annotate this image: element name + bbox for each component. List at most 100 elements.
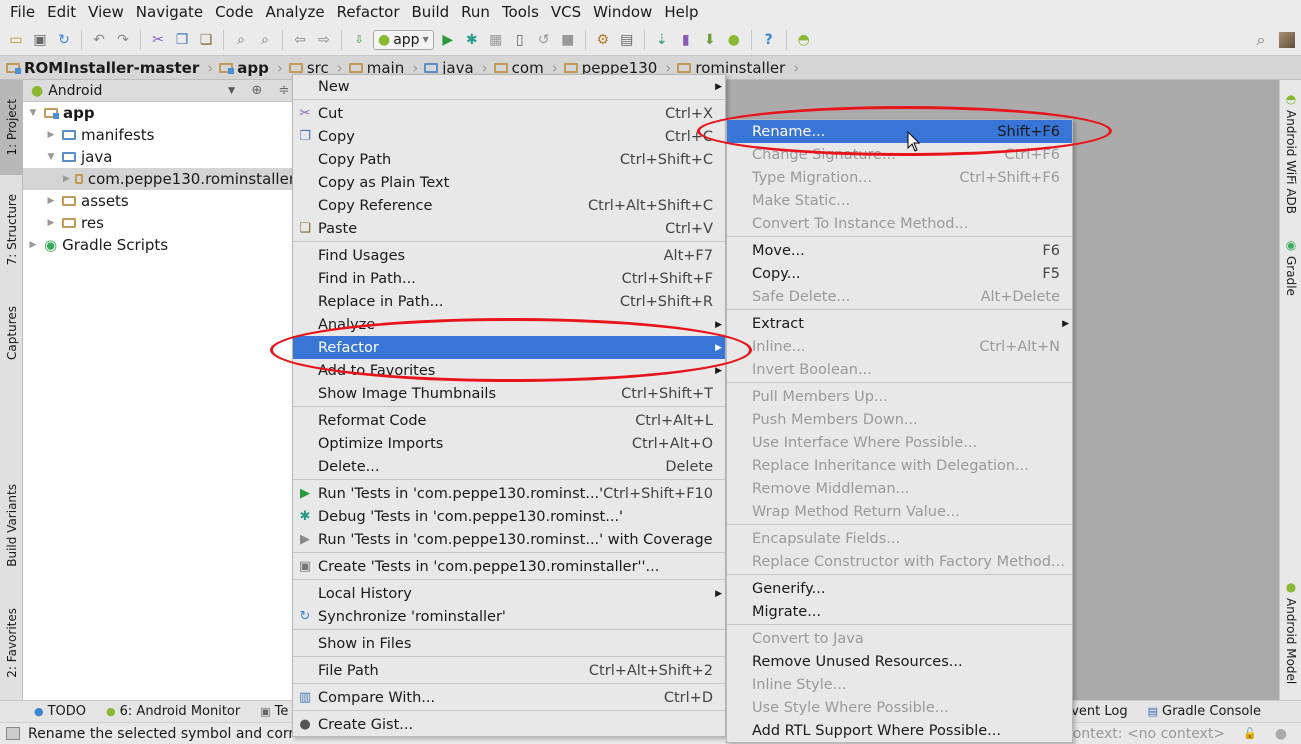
- menu-item-refactor[interactable]: Refactor ▶: [293, 336, 725, 359]
- tree-node[interactable]: ▶ assets: [23, 190, 295, 212]
- forward-icon[interactable]: ⇨: [314, 30, 334, 50]
- menu-analyze[interactable]: Analyze: [259, 3, 330, 21]
- menu-item-reformat-code[interactable]: Reformat Code Ctrl+Alt+L: [293, 409, 725, 432]
- menu-item-analyze[interactable]: Analyze ▶: [293, 313, 725, 336]
- breadcrumb-item[interactable]: ROMInstaller-master ›: [6, 59, 219, 77]
- menu-item-migrate[interactable]: Migrate...: [727, 600, 1072, 623]
- menu-item-run-tests-in-com-peppe130-rominst[interactable]: ▶ Run 'Tests in 'com.peppe130.rominst...'…: [293, 482, 725, 505]
- sdk-manager-icon[interactable]: ▤: [617, 30, 637, 50]
- expand-arrow-icon[interactable]: ▼: [27, 108, 39, 118]
- menu-item-copy[interactable]: ❐ Copy Ctrl+C: [293, 125, 725, 148]
- menu-navigate[interactable]: Navigate: [130, 3, 209, 21]
- find-icon[interactable]: ⌕: [231, 30, 251, 50]
- copy-icon[interactable]: ❐: [172, 30, 192, 50]
- collapse-arrow-icon[interactable]: ▶: [45, 130, 57, 140]
- menu-item-copy-path[interactable]: Copy Path Ctrl+Shift+C: [293, 148, 725, 171]
- save-icon[interactable]: ▣: [30, 30, 50, 50]
- menu-item-move[interactable]: Move... F6: [727, 239, 1072, 262]
- coverage-icon[interactable]: ▦: [486, 30, 506, 50]
- debug-icon[interactable]: ✱: [462, 30, 482, 50]
- run-icon[interactable]: ▶: [438, 30, 458, 50]
- tab-gradle[interactable]: ◉ Gradle: [1280, 238, 1301, 296]
- context-indicator[interactable]: Context: <no context>: [1063, 726, 1225, 742]
- menu-item-compare-with[interactable]: ▥ Compare With... Ctrl+D: [293, 686, 725, 709]
- rerun-icon[interactable]: ↺: [534, 30, 554, 50]
- menu-item-find-usages[interactable]: Find Usages Alt+F7: [293, 244, 725, 267]
- cut-icon[interactable]: ✂: [148, 30, 168, 50]
- menu-item-new[interactable]: New ▶: [293, 75, 725, 98]
- menu-run[interactable]: Run: [455, 3, 496, 21]
- tree-node[interactable]: ▶ manifests: [23, 124, 295, 146]
- menu-item-paste[interactable]: ❏ Paste Ctrl+V: [293, 217, 725, 240]
- menu-item-optimize-imports[interactable]: Optimize Imports Ctrl+Alt+O: [293, 432, 725, 455]
- tab-captures[interactable]: Captures: [0, 290, 23, 375]
- breadcrumb-item[interactable]: app ›: [219, 59, 289, 77]
- menu-item-find-in-path[interactable]: Find in Path... Ctrl+Shift+F: [293, 267, 725, 290]
- tree-node[interactable]: ▼ java: [23, 146, 295, 168]
- menu-item-create-gist[interactable]: ● Create Gist...: [293, 713, 725, 736]
- make-project-icon[interactable]: ⇩: [349, 30, 369, 50]
- chevron-down-icon[interactable]: ▼: [228, 86, 235, 96]
- android-device-monitor-icon[interactable]: ⬇: [700, 30, 720, 50]
- menu-item-debug-tests-in-com-peppe130-rominst[interactable]: ✱ Debug 'Tests in 'com.peppe130.rominst..…: [293, 505, 725, 528]
- collapse-arrow-icon[interactable]: ▶: [45, 196, 57, 206]
- open-folder-icon[interactable]: ▭: [6, 30, 26, 50]
- avd-sync-icon[interactable]: ⇣: [652, 30, 672, 50]
- tab-build-variants[interactable]: Build Variants: [0, 470, 23, 580]
- search-everywhere-icon[interactable]: ⌕: [1251, 30, 1271, 50]
- android-icon[interactable]: ●: [724, 30, 744, 50]
- device-icon[interactable]: ▯: [510, 30, 530, 50]
- collapse-arrow-icon[interactable]: ▶: [63, 174, 70, 184]
- hector-icon[interactable]: ●: [1275, 726, 1287, 742]
- menu-window[interactable]: Window: [587, 3, 658, 21]
- stop-icon[interactable]: ■: [558, 30, 578, 50]
- menu-item-copy[interactable]: Copy... F5: [727, 262, 1072, 285]
- menu-tools[interactable]: Tools: [496, 3, 545, 21]
- menu-item-add-rtl-support-where-possible[interactable]: Add RTL Support Where Possible...: [727, 719, 1072, 742]
- tree-node[interactable]: ▶ ◉ Gradle Scripts: [23, 234, 295, 256]
- tab-todo[interactable]: ● TODO: [24, 704, 96, 719]
- menu-refactor[interactable]: Refactor: [331, 3, 406, 21]
- collapse-arrow-icon[interactable]: ▶: [45, 218, 57, 228]
- avd-manager-icon[interactable]: ▮: [676, 30, 696, 50]
- menu-view[interactable]: View: [82, 3, 130, 21]
- menu-item-copy-reference[interactable]: Copy Reference Ctrl+Alt+Shift+C: [293, 194, 725, 217]
- menu-build[interactable]: Build: [406, 3, 456, 21]
- menu-item-local-history[interactable]: Local History ▶: [293, 582, 725, 605]
- back-icon[interactable]: ⇦: [290, 30, 310, 50]
- menu-item-show-in-files[interactable]: Show in Files: [293, 632, 725, 655]
- menu-item-delete[interactable]: Delete... Delete: [293, 455, 725, 478]
- toggle-tool-windows-icon[interactable]: [6, 727, 20, 740]
- collapse-arrow-icon[interactable]: ▶: [27, 240, 39, 250]
- menu-help[interactable]: Help: [658, 3, 704, 21]
- undo-icon[interactable]: ↶: [89, 30, 109, 50]
- replace-icon[interactable]: ⌕: [255, 30, 275, 50]
- tab-project[interactable]: 1: Project: [0, 80, 23, 175]
- menu-item-show-image-thumbnails[interactable]: Show Image Thumbnails Ctrl+Shift+T: [293, 382, 725, 405]
- wifi-adb-icon[interactable]: ◓: [794, 30, 814, 50]
- menu-code[interactable]: Code: [209, 3, 259, 21]
- tab-android-wifi-adb[interactable]: ◓ Android WiFi ADB: [1280, 92, 1301, 214]
- menu-item-generify[interactable]: Generify...: [727, 577, 1072, 600]
- menu-item-rename[interactable]: Rename... Shift+F6: [727, 120, 1072, 143]
- menu-item-replace-in-path[interactable]: Replace in Path... Ctrl+Shift+R: [293, 290, 725, 313]
- tab-structure[interactable]: 7: Structure: [0, 180, 23, 280]
- menu-item-copy-as-plain-text[interactable]: Copy as Plain Text: [293, 171, 725, 194]
- tree-node[interactable]: ▼ app: [23, 102, 295, 124]
- run-config-dropdown[interactable]: ● app ▼: [373, 29, 434, 50]
- menu-item-add-to-favorites[interactable]: Add to Favorites ▶: [293, 359, 725, 382]
- tab-favorites[interactable]: 2: Favorites: [0, 595, 23, 690]
- tab-gradle-console[interactable]: ▤ Gradle Console: [1138, 704, 1301, 719]
- menu-file[interactable]: File: [4, 3, 41, 21]
- tab-android-model[interactable]: ● Android Model: [1280, 580, 1301, 684]
- help-icon[interactable]: ?: [759, 30, 779, 50]
- scroll-from-source-icon[interactable]: ⊕: [246, 83, 268, 98]
- menu-item-remove-unused-resources[interactable]: Remove Unused Resources...: [727, 650, 1072, 673]
- menu-item-extract[interactable]: Extract ▶: [727, 312, 1072, 335]
- menu-item-run-tests-in-com-peppe130-rominst-with-coverage[interactable]: ▶ Run 'Tests in 'com.peppe130.rominst...'…: [293, 528, 725, 551]
- lock-icon[interactable]: 🔓: [1243, 727, 1257, 740]
- menu-item-synchronize-rominstaller[interactable]: ↻ Synchronize 'rominstaller': [293, 605, 725, 628]
- project-structure-icon[interactable]: ⚙: [593, 30, 613, 50]
- menu-edit[interactable]: Edit: [41, 3, 82, 21]
- sync-icon[interactable]: ↻: [54, 30, 74, 50]
